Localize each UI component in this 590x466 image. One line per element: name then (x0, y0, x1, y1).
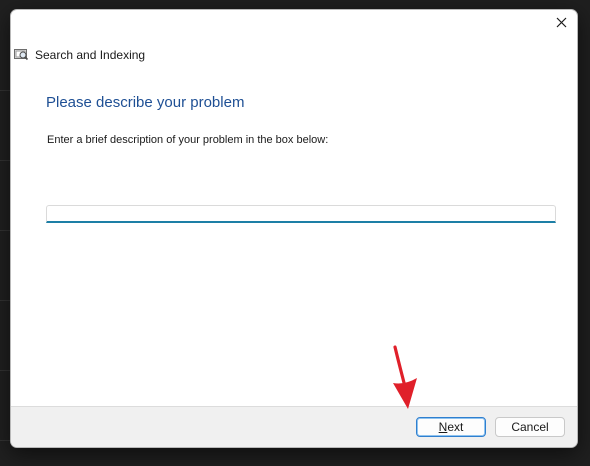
problem-description-input[interactable] (46, 205, 556, 223)
desktop-background (0, 0, 10, 466)
next-button[interactable]: Next (416, 417, 486, 437)
close-icon (556, 15, 567, 33)
troubleshooter-window: Search and Indexing Please describe your… (10, 9, 578, 448)
search-indexing-icon (13, 46, 29, 62)
page-heading: Please describe your problem (46, 94, 245, 111)
next-button-label: ext (447, 420, 464, 434)
window-title: Search and Indexing (35, 48, 146, 62)
instruction-text: Enter a brief description of your proble… (47, 134, 329, 146)
close-button[interactable] (545, 10, 577, 38)
title-bar (11, 10, 577, 41)
cancel-button[interactable]: Cancel (495, 417, 565, 437)
wizard-footer: Next Cancel (11, 406, 577, 447)
next-button-accelerator: N (438, 420, 448, 434)
